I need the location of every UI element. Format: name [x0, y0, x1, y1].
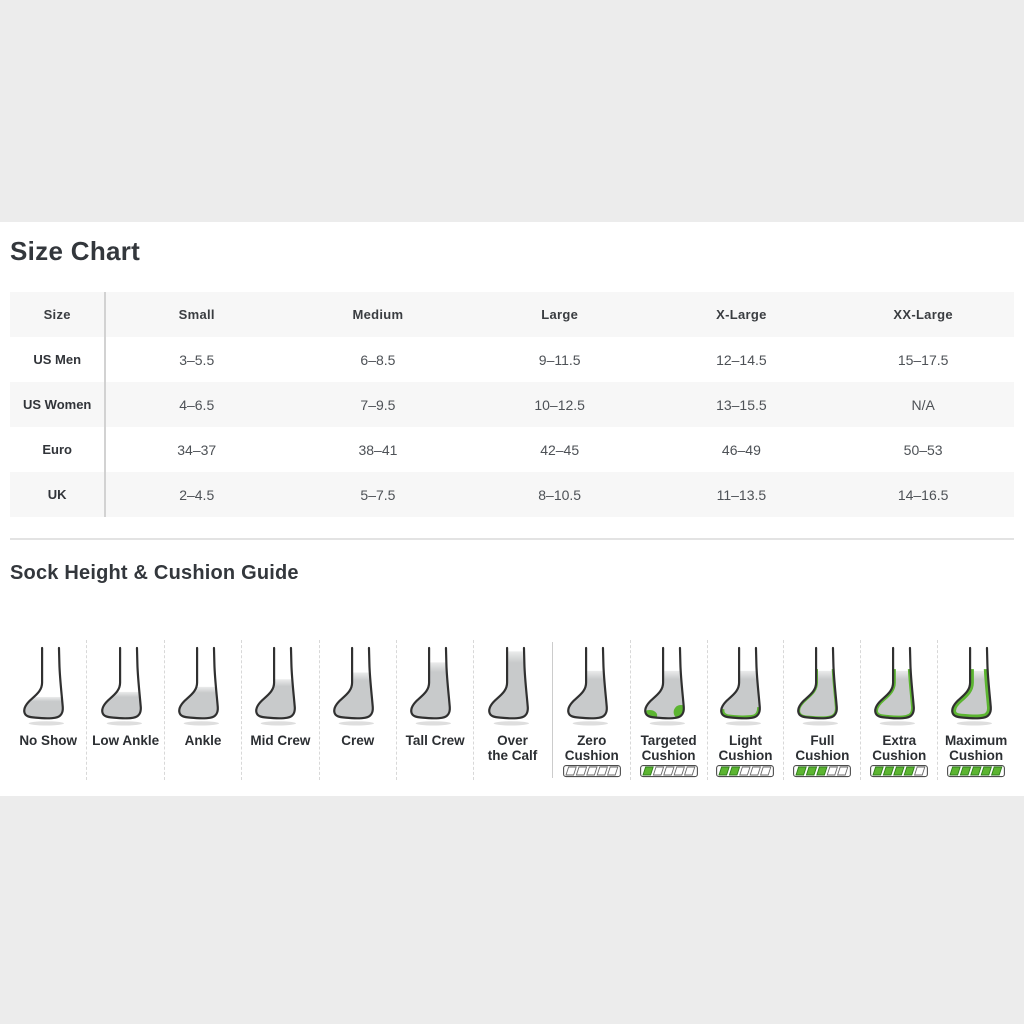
cushion-item-maximum-cushion: Maximum Cushion — [937, 640, 1014, 780]
column-header-medium: Medium — [287, 292, 469, 337]
height-item-mid-crew: Mid Crew — [241, 640, 318, 780]
over-the-calf-sock-icon — [486, 640, 540, 728]
table-row-euro: Euro34–3738–4142–4546–4950–53 — [10, 427, 1014, 472]
size-value-cell: 50–53 — [832, 427, 1014, 472]
tall-crew-sock-icon — [408, 640, 462, 728]
column-header-size: Size — [10, 292, 105, 337]
size-value-cell: 11–13.5 — [651, 472, 833, 517]
full-cushion-sock-icon — [795, 640, 849, 728]
size-value-cell: 12–14.5 — [651, 337, 833, 382]
height-label-over-the-calf: Over the Calf — [488, 733, 538, 764]
bottom-gray-band — [0, 796, 1024, 1024]
header-row: SizeSmallMediumLargeX-LargeXX-Large — [10, 292, 1014, 337]
size-value-cell: 2–4.5 — [105, 472, 287, 517]
size-value-cell: 42–45 — [469, 427, 651, 472]
height-item-over-the-calf: Over the Calf — [473, 640, 550, 780]
cushion-label-light-cushion: Light Cushion — [718, 733, 772, 764]
row-label-us-men: US Men — [10, 337, 105, 382]
height-label-no-show: No Show — [19, 733, 77, 764]
low-ankle-sock-icon — [99, 640, 153, 728]
guide-group-divider — [552, 642, 553, 778]
size-value-cell: 15–17.5 — [832, 337, 1014, 382]
row-label-uk: UK — [10, 472, 105, 517]
size-value-cell: 38–41 — [287, 427, 469, 472]
size-value-cell: 9–11.5 — [469, 337, 651, 382]
cushion-label-maximum-cushion: Maximum Cushion — [945, 733, 1007, 764]
crew-sock-icon — [331, 640, 385, 728]
sock-height-group: No Show Low Ankle Ankle — [10, 640, 551, 780]
size-value-cell: 10–12.5 — [469, 382, 651, 427]
size-table-header: SizeSmallMediumLargeX-LargeXX-Large — [10, 292, 1014, 337]
height-label-low-ankle: Low Ankle — [92, 733, 159, 764]
cushion-meter-extra-cushion — [870, 765, 928, 780]
height-item-low-ankle: Low Ankle — [86, 640, 163, 780]
size-value-cell: 46–49 — [651, 427, 833, 472]
cushion-meter-light-cushion — [716, 765, 774, 780]
cushion-label-targeted-cushion: Targeted Cushion — [641, 733, 697, 764]
height-label-ankle: Ankle — [185, 733, 222, 764]
light-cushion-sock-icon — [718, 640, 772, 728]
zero-cushion-sock-icon — [565, 640, 619, 728]
cushion-group: Zero Cushion Targeted Cushion — [554, 640, 1014, 780]
height-item-tall-crew: Tall Crew — [396, 640, 473, 780]
size-value-cell: 4–6.5 — [105, 382, 287, 427]
no-show-sock-icon — [21, 640, 75, 728]
height-label-crew: Crew — [341, 733, 374, 764]
guide-title: Sock Height & Cushion Guide — [10, 559, 1014, 587]
size-value-cell: 3–5.5 — [105, 337, 287, 382]
cushion-label-full-cushion: Full Cushion — [795, 733, 849, 764]
cushion-item-extra-cushion: Extra Cushion — [860, 640, 937, 780]
row-label-us-women: US Women — [10, 382, 105, 427]
cushion-meter-zero-cushion — [563, 765, 621, 780]
column-header-small: Small — [105, 292, 287, 337]
cushion-label-extra-cushion: Extra Cushion — [872, 733, 926, 764]
size-value-cell: 34–37 — [105, 427, 287, 472]
size-table-body: US Men3–5.56–8.59–11.512–14.515–17.5US W… — [10, 337, 1014, 517]
size-value-cell: 8–10.5 — [469, 472, 651, 517]
cushion-meter-maximum-cushion — [947, 765, 1005, 780]
height-item-ankle: Ankle — [164, 640, 241, 780]
ankle-sock-icon — [176, 640, 230, 728]
size-value-cell: 13–15.5 — [651, 382, 833, 427]
extra-cushion-sock-icon — [872, 640, 926, 728]
cushion-item-light-cushion: Light Cushion — [707, 640, 784, 780]
cushion-item-full-cushion: Full Cushion — [783, 640, 860, 780]
size-chart-table: SizeSmallMediumLargeX-LargeXX-Large US M… — [10, 292, 1014, 517]
height-label-mid-crew: Mid Crew — [250, 733, 310, 764]
maximum-cushion-sock-icon — [949, 640, 1003, 728]
height-label-tall-crew: Tall Crew — [406, 733, 465, 764]
size-value-cell: 6–8.5 — [287, 337, 469, 382]
targeted-cushion-sock-icon — [642, 640, 696, 728]
top-gray-band — [0, 0, 1024, 222]
height-item-crew: Crew — [319, 640, 396, 780]
table-row-uk: UK2–4.55–7.58–10.511–13.514–16.5 — [10, 472, 1014, 517]
cushion-item-targeted-cushion: Targeted Cushion — [630, 640, 707, 780]
size-chart-title: Size Chart — [10, 234, 1014, 268]
cushion-label-zero-cushion: Zero Cushion — [565, 733, 619, 764]
size-value-cell: 14–16.5 — [832, 472, 1014, 517]
size-value-cell: 5–7.5 — [287, 472, 469, 517]
cushion-meter-targeted-cushion — [640, 765, 698, 780]
section-divider — [10, 538, 1014, 540]
sock-guide-row: No Show Low Ankle Ankle — [10, 640, 1014, 780]
mid-crew-sock-icon — [253, 640, 307, 728]
cushion-meter-full-cushion — [793, 765, 851, 780]
height-item-no-show: No Show — [10, 640, 86, 780]
column-header-xx-large: XX-Large — [832, 292, 1014, 337]
cushion-item-zero-cushion: Zero Cushion — [554, 640, 630, 780]
size-value-cell: N/A — [832, 382, 1014, 427]
table-row-us-women: US Women4–6.57–9.510–12.513–15.5N/A — [10, 382, 1014, 427]
column-header-large: Large — [469, 292, 651, 337]
row-label-euro: Euro — [10, 427, 105, 472]
column-header-x-large: X-Large — [651, 292, 833, 337]
size-value-cell: 7–9.5 — [287, 382, 469, 427]
content-area: Size Chart SizeSmallMediumLargeX-LargeXX… — [0, 222, 1024, 796]
table-row-us-men: US Men3–5.56–8.59–11.512–14.515–17.5 — [10, 337, 1014, 382]
